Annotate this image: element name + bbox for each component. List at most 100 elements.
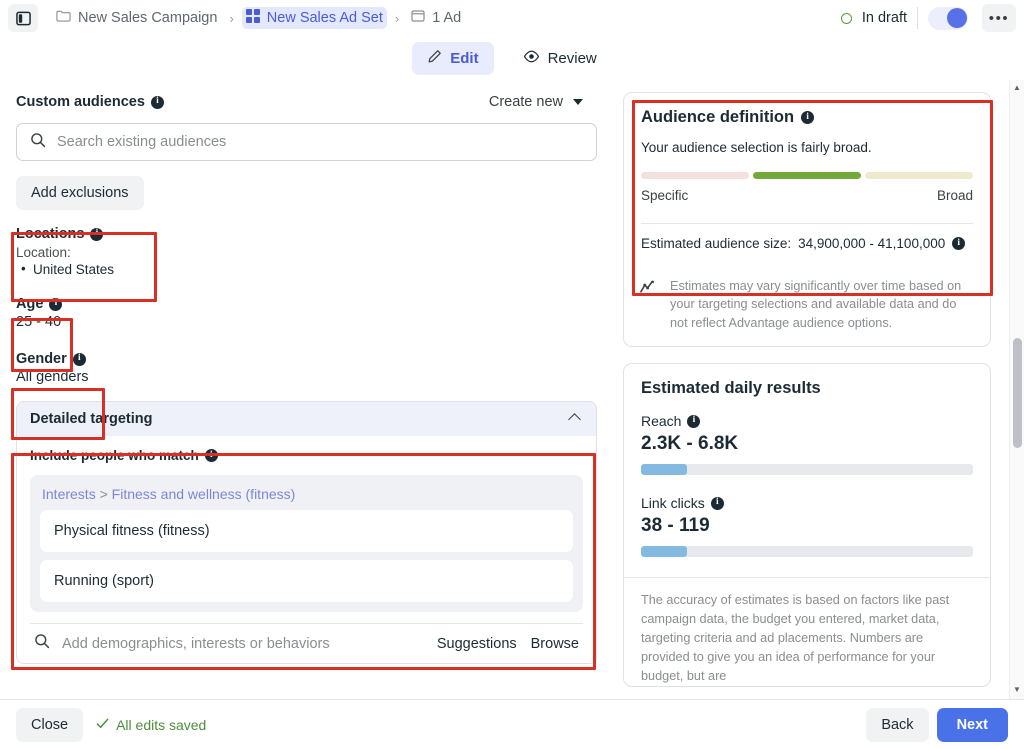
age-title: Age: [16, 296, 44, 312]
adset-active-toggle[interactable]: [928, 6, 968, 30]
next-button[interactable]: Next: [936, 707, 1008, 742]
top-bar: New Sales Campaign › New Sales Ad Set ›: [0, 0, 1024, 36]
detailed-targeting-card: Detailed targeting Include people who ma…: [16, 401, 597, 664]
estimated-audience-size-label: Estimated audience size:: [641, 236, 792, 251]
create-new-label: Create new: [488, 94, 563, 110]
audience-definition-title: Audience definition: [641, 108, 795, 126]
scrollbar-thumb[interactable]: [1013, 338, 1022, 448]
trend-chart-icon: [640, 279, 659, 332]
tab-review[interactable]: Review: [508, 42, 612, 75]
include-people-label-group: Include people who match i: [30, 448, 583, 463]
audience-breadth-meter: [641, 172, 973, 179]
view-tabs: Edit Review: [0, 36, 1024, 80]
tab-edit[interactable]: Edit: [412, 41, 494, 75]
reach-label: Reach: [641, 413, 682, 430]
circle-outline-icon: [840, 12, 852, 24]
chevron-down-icon: [573, 99, 583, 105]
gender-value: All genders: [16, 369, 89, 385]
audience-definition-body: Audience definition i Your audience sele…: [624, 93, 990, 266]
breadcrumb-separator-1: ›: [229, 10, 234, 26]
gender-title-group: Gender i: [16, 351, 597, 367]
search-icon: [34, 633, 50, 654]
estimated-daily-results-card: Estimated daily results Reach i 2.3K - 6…: [623, 363, 991, 688]
link-clicks-bar-fill: [641, 546, 688, 558]
include-group: Interests > Fitness and wellness (fitnes…: [30, 475, 583, 612]
breadcrumb-item-campaign[interactable]: New Sales Campaign: [52, 7, 221, 29]
info-icon[interactable]: i: [150, 95, 164, 109]
age-block: Age i 25 - 40: [16, 296, 597, 330]
info-icon[interactable]: i: [72, 352, 86, 366]
meter-label-broad: Broad: [936, 188, 973, 203]
link-clicks-bar: [641, 546, 973, 558]
ads-manager-window: New Sales Campaign › New Sales Ad Set ›: [0, 0, 1024, 749]
reach-label-group: Reach i: [641, 413, 973, 429]
locations-title-group: Locations i: [16, 226, 597, 242]
browse-link[interactable]: Browse: [531, 636, 579, 652]
gender-block: Gender i All genders: [16, 351, 597, 385]
custom-audiences-label-group: Custom audiences i: [16, 94, 164, 110]
estimates-note: Estimates may vary significantly over ti…: [624, 266, 990, 346]
detailed-targeting-body: Include people who match i Interests > F…: [17, 436, 596, 663]
info-icon[interactable]: i: [952, 237, 966, 250]
breadcrumb-item-adset[interactable]: New Sales Ad Set: [241, 7, 387, 29]
tab-edit-label: Edit: [450, 49, 479, 67]
audience-definition-card: Audience definition i Your audience sele…: [623, 92, 991, 348]
estimated-daily-results-title: Estimated daily results: [641, 379, 821, 398]
audience-search-field[interactable]: Search existing audiences: [16, 123, 597, 161]
info-icon[interactable]: i: [687, 414, 701, 428]
age-value: 25 - 40: [16, 314, 62, 330]
reach-bar-fill: [641, 464, 688, 476]
interest-path-leaf: Fitness and wellness (fitness): [111, 486, 296, 502]
locations-subtitle: Location:: [16, 245, 71, 260]
accuracy-note: The accuracy of estimates is based on fa…: [624, 577, 990, 686]
add-exclusions-button[interactable]: Add exclusions: [16, 176, 144, 210]
info-icon[interactable]: i: [801, 111, 815, 124]
status-area: In draft •••: [840, 4, 1016, 32]
audience-search-placeholder: Search existing audiences: [57, 134, 227, 150]
detailed-targeting-search-field[interactable]: Add demographics, interests or behaviors…: [30, 623, 583, 663]
link-clicks-value: 38 - 119: [641, 515, 710, 537]
suggestions-link[interactable]: Suggestions: [437, 636, 517, 652]
reach-bar: [641, 464, 973, 476]
toggle-knob: [946, 8, 967, 28]
meter-labels: Specific Broad: [641, 188, 973, 203]
info-icon[interactable]: i: [90, 227, 104, 241]
detailed-targeting-search-placeholder: Add demographics, interests or behaviors: [62, 635, 330, 652]
estimates-note-text: Estimates may vary significantly over ti…: [670, 279, 962, 330]
interest-breadcrumb[interactable]: Interests > Fitness and wellness (fitnes…: [42, 486, 573, 502]
locations-title: Locations: [16, 226, 85, 242]
detailed-targeting-title: Detailed targeting: [30, 411, 153, 427]
footer-right-group: Back Next: [866, 707, 1008, 742]
audience-definition-description: Your audience selection is fairly broad.: [641, 140, 872, 155]
meter-segment-broad: [865, 172, 973, 179]
detailed-targeting-header[interactable]: Detailed targeting: [17, 402, 596, 436]
chevron-up-icon[interactable]: [568, 412, 581, 426]
meter-segment-specific: [641, 172, 749, 179]
list-item[interactable]: Physical fitness (fitness): [40, 510, 573, 552]
breadcrumb-label-adset: New Sales Ad Set: [266, 10, 383, 26]
list-item[interactable]: Running (sport): [40, 560, 573, 602]
info-icon[interactable]: i: [204, 449, 218, 462]
age-title-group: Age i: [16, 296, 597, 312]
panel-layout-icon[interactable]: [8, 4, 38, 32]
save-status-label: All edits saved: [116, 716, 207, 733]
breadcrumb-item-ad[interactable]: 1 Ad: [407, 7, 465, 29]
estimated-audience-size: Estimated audience size: 34,900,000 - 41…: [641, 224, 973, 253]
search-icon: [30, 132, 46, 153]
back-button[interactable]: Back: [866, 707, 929, 742]
custom-audiences-header: Custom audiences i Create new: [16, 94, 597, 110]
estimates-panel: Audience definition i Your audience sele…: [613, 80, 1024, 699]
divider: [917, 7, 918, 29]
info-icon[interactable]: i: [49, 297, 63, 311]
create-new-dropdown[interactable]: Create new: [489, 94, 597, 110]
scroll-up-arrow-icon[interactable]: ▲: [1013, 83, 1021, 92]
ellipsis-icon[interactable]: •••: [982, 4, 1016, 32]
save-status: All edits saved: [96, 717, 206, 733]
info-icon[interactable]: i: [710, 496, 724, 510]
scroll-down-arrow-icon[interactable]: ▼: [1013, 685, 1021, 694]
breadcrumb-label-ad: 1 Ad: [432, 10, 462, 26]
interest-path-separator: >: [99, 486, 108, 502]
window-scrollbar[interactable]: ▲ ▼: [1009, 80, 1024, 699]
meter-label-specific: Specific: [641, 188, 689, 203]
close-button[interactable]: Close: [16, 707, 84, 742]
